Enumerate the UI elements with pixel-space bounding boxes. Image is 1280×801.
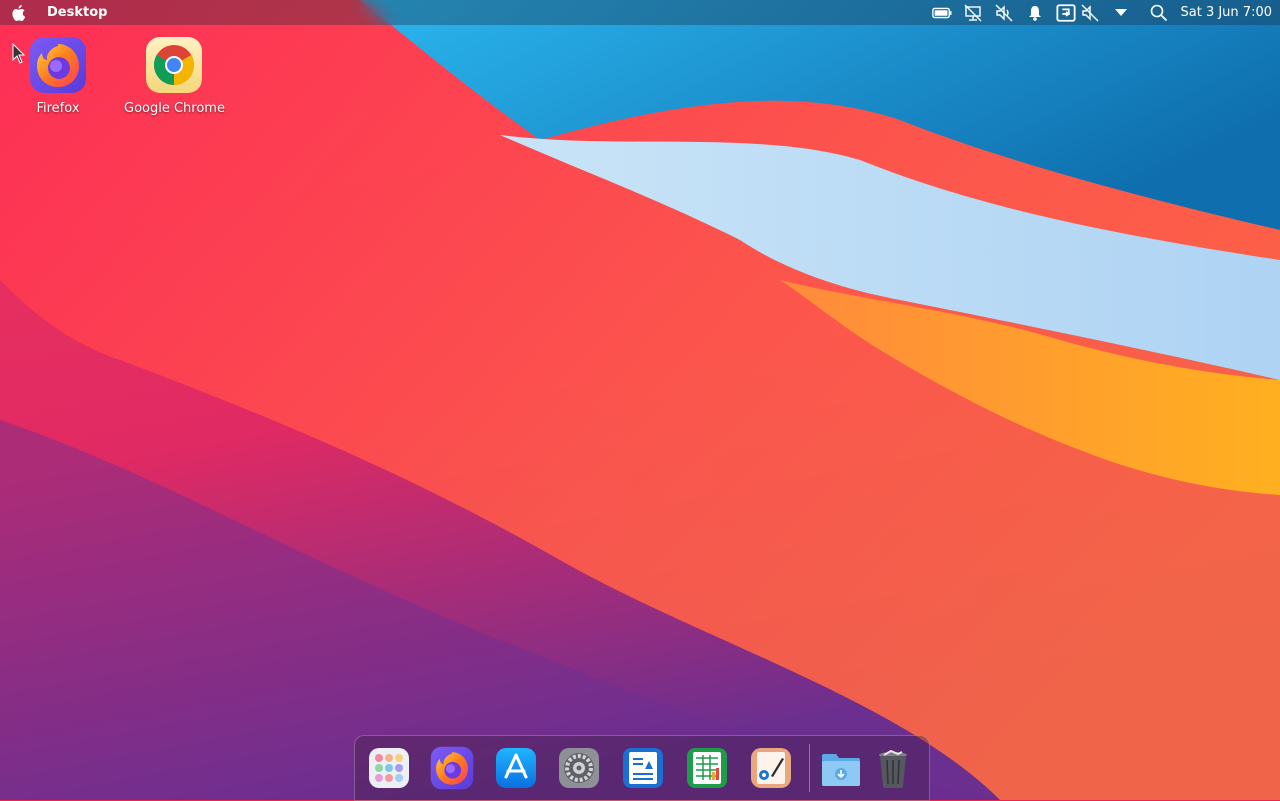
status-tray: Sat 3 Jun 7:00 — [921, 0, 1273, 25]
dropdown-arrow-icon[interactable] — [1111, 3, 1131, 23]
top-menu-bar: Desktop Sat 3 Jun 7:00 — [0, 0, 1280, 25]
downloads-folder-icon[interactable] — [819, 746, 863, 790]
apple-menu-icon[interactable] — [9, 3, 29, 23]
network-off-icon[interactable] — [963, 3, 983, 23]
desktop-wallpaper — [0, 0, 1280, 800]
volume-muted-icon[interactable] — [994, 3, 1014, 23]
chrome-icon — [145, 36, 203, 94]
dock-separator — [809, 744, 810, 792]
spreadsheet-icon[interactable] — [685, 746, 729, 790]
image-editor-icon[interactable] — [749, 746, 793, 790]
screen-share-icon[interactable] — [1055, 3, 1076, 23]
battery-icon[interactable] — [931, 3, 952, 23]
firefox-icon — [29, 36, 87, 94]
system-preferences-icon[interactable] — [557, 746, 601, 790]
launchpad-icon[interactable] — [367, 746, 411, 790]
desktop-icon-label: Google Chrome — [124, 101, 225, 116]
clock[interactable]: Sat 3 Jun 7:00 — [1181, 5, 1273, 20]
firefox-icon[interactable] — [430, 746, 474, 790]
app-store-icon[interactable] — [494, 746, 538, 790]
text-editor-icon[interactable] — [621, 746, 665, 790]
mouse-cursor-icon — [12, 43, 26, 64]
trash-icon[interactable] — [871, 746, 915, 790]
desktop-icon-label: Firefox — [36, 101, 80, 116]
search-icon[interactable] — [1149, 3, 1169, 23]
dock — [354, 735, 930, 801]
notification-bell-icon[interactable] — [1025, 3, 1045, 23]
mic-muted-icon[interactable] — [1080, 3, 1100, 23]
desktop-icon-google-chrome[interactable]: Google Chrome — [124, 36, 225, 116]
active-app-title[interactable]: Desktop — [47, 5, 107, 20]
